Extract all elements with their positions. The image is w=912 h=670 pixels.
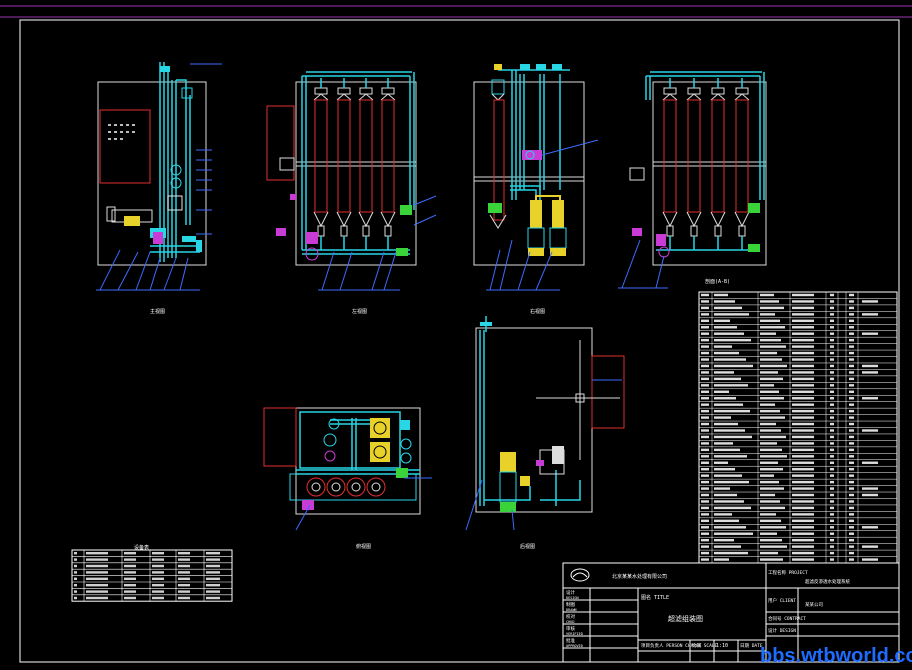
title-block-row-label-en: CHKD xyxy=(566,620,574,624)
project-label: 工程名称 PROJECT xyxy=(768,569,808,576)
title-block-row-label: 审核 xyxy=(566,625,575,632)
title-block-row-label-en: VERIFIED xyxy=(566,632,583,636)
title-block-row-label-en: DRAWN xyxy=(566,608,577,612)
view-section-label: 剖面(A-B) xyxy=(705,278,730,285)
title-block-row-label: 制图 xyxy=(566,601,575,608)
bom-table xyxy=(698,291,898,564)
view-right-label: 右视图 xyxy=(530,308,545,315)
client-value: 某某公司 xyxy=(805,602,823,608)
view-rear-label: 后视图 xyxy=(520,543,535,550)
title-block-row-label-en: DESIGN xyxy=(566,596,579,600)
company-logo xyxy=(570,568,590,582)
scale-label: 比例 SCALE xyxy=(692,642,718,649)
design-label: 设计 DESIGN xyxy=(768,627,796,634)
title-block-row-label: 批准 xyxy=(566,637,575,644)
title-block-row-label-en: APPROVED xyxy=(566,644,583,648)
drawing-title: 超滤组装图 xyxy=(668,614,703,623)
view-top-label: 俯视图 xyxy=(356,543,371,550)
client-label: 用户 CLIENT xyxy=(768,597,796,604)
view-right: 右视图 xyxy=(473,64,599,315)
title-block-row-label: 设计 xyxy=(566,589,575,596)
scale-value: 1:10 xyxy=(716,643,728,649)
view-top: 俯视图 xyxy=(263,407,432,550)
view-left-label: 左视图 xyxy=(352,308,367,315)
cad-drawing: 主视图 左视图 右视图 剖面(A-B) 俯视图 后视图 设备表 北京某某水处理有… xyxy=(0,0,912,663)
title-label: 图名 TITLE xyxy=(641,594,669,601)
view-section: 剖面(A-B) xyxy=(618,71,767,289)
company-name: 北京某某水处理有限公司 xyxy=(612,573,667,580)
project-value: 超滤反渗透水处理系统 xyxy=(805,578,850,585)
watermark: bbs.wtbworld.com xyxy=(760,645,912,667)
contract-label: 合同号 CONTRACT xyxy=(768,615,806,622)
title-block-row-label: 校对 xyxy=(566,613,575,620)
view-rear: 后视图 xyxy=(465,316,625,550)
view-front: 主视图 xyxy=(96,62,222,315)
view-left: 左视图 xyxy=(266,71,437,315)
equipment-table: 设备表 xyxy=(71,544,233,602)
view-front-label: 主视图 xyxy=(150,308,165,315)
